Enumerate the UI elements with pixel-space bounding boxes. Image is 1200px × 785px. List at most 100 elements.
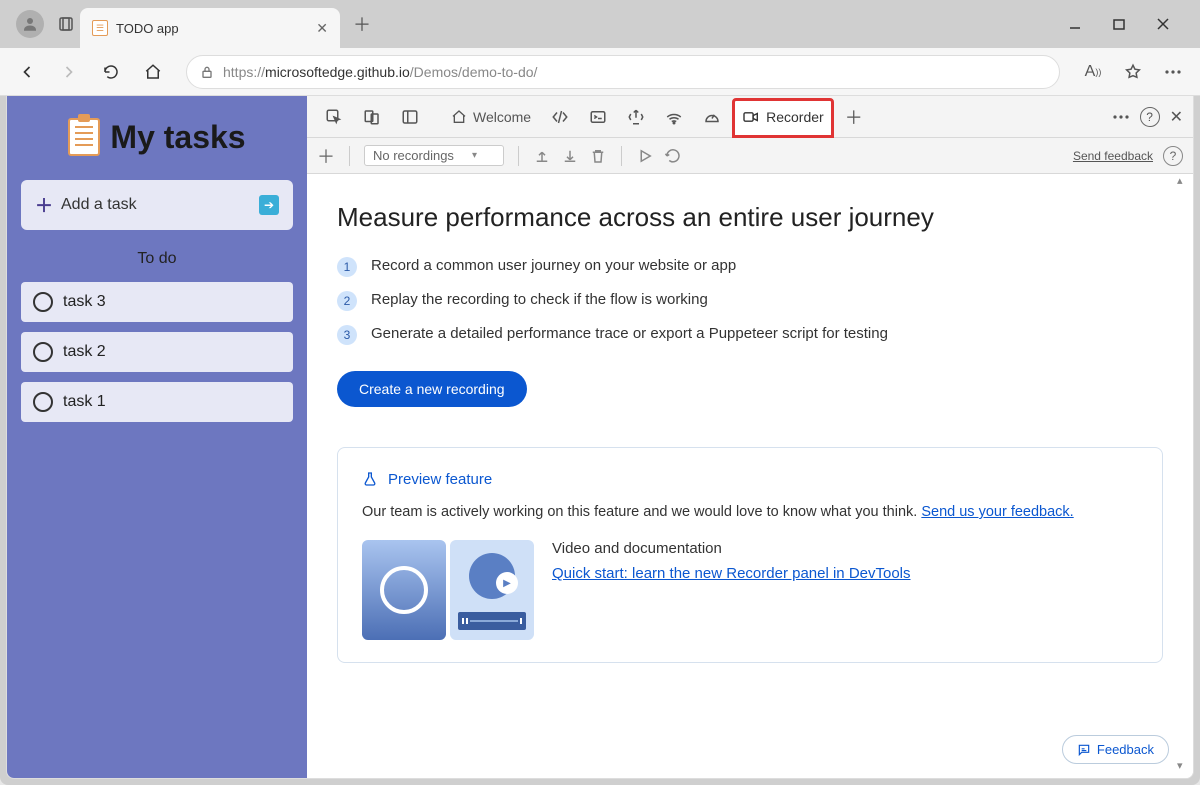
browser-tab[interactable]: ☰ TODO app ✕ [80, 8, 340, 48]
checkbox-icon[interactable] [33, 392, 53, 412]
favorites-icon[interactable] [1116, 55, 1150, 89]
tab-close-icon[interactable]: ✕ [316, 20, 328, 37]
step-text: Generate a detailed performance trace or… [371, 325, 888, 342]
tab-welcome[interactable]: Welcome [443, 98, 539, 136]
help-icon[interactable]: ? [1140, 107, 1160, 127]
inspect-icon[interactable] [317, 98, 351, 136]
add-task-button[interactable]: ＋ Add a task ➔ [21, 180, 293, 230]
export-icon[interactable] [561, 147, 579, 165]
play-icon: ▶ [496, 572, 518, 594]
checkbox-icon[interactable] [33, 292, 53, 312]
profile-icon[interactable] [16, 10, 44, 38]
toolbar-actions: A)) [1076, 55, 1190, 89]
preview-text: Our team is actively working on this fea… [362, 502, 1138, 522]
recordings-dropdown[interactable]: No recordings ▾ [364, 145, 504, 166]
task-label: task 3 [63, 293, 106, 311]
new-recording-icon[interactable]: ＋ [317, 143, 335, 169]
step-item: 2 Replay the recording to check if the fl… [337, 291, 1163, 311]
preview-media: ▶ Video and documentation Quick start: l… [362, 540, 1138, 640]
preview-title: Preview feature [388, 471, 492, 488]
task-label: task 2 [63, 343, 106, 361]
read-aloud-icon[interactable]: A)) [1076, 55, 1110, 89]
nav-toolbar: https://microsoftedge.github.io/Demos/de… [0, 48, 1200, 96]
device-emulation-icon[interactable] [355, 98, 389, 136]
tab-favicon-icon: ☰ [92, 20, 108, 36]
step-number: 3 [337, 325, 357, 345]
todo-app: My tasks ＋ Add a task ➔ To do task 3 tas… [7, 96, 307, 778]
step-text: Replay the recording to check if the flo… [371, 291, 708, 308]
preview-feature-box: Preview feature Our team is actively wor… [337, 447, 1163, 663]
steps-list: 1 Record a common user journey on your we… [337, 257, 1163, 345]
recorder-toolbar: ＋ No recordings ▾ Send feedback ? [307, 138, 1193, 174]
tab-actions-icon[interactable] [52, 10, 80, 38]
plus-icon: ＋ [35, 192, 53, 218]
feedback-icon [1077, 743, 1091, 757]
thumbnail-image [362, 540, 446, 640]
tab-network-icon[interactable] [657, 98, 691, 136]
chevron-down-icon: ▾ [472, 150, 477, 161]
titlebar-left [4, 10, 80, 38]
home-button[interactable] [136, 55, 170, 89]
tab-sources-icon[interactable] [619, 98, 653, 136]
back-button[interactable] [10, 55, 44, 89]
task-item[interactable]: task 2 [21, 332, 293, 372]
refresh-button[interactable] [94, 55, 128, 89]
tab-console-icon[interactable] [581, 98, 615, 136]
feedback-button[interactable]: Feedback [1062, 735, 1169, 764]
quick-start-link[interactable]: Quick start: learn the new Recorder pane… [552, 565, 911, 582]
devtools-close-icon[interactable]: ✕ [1170, 107, 1183, 127]
url-display: https://microsoftedge.github.io/Demos/de… [223, 64, 537, 80]
delete-icon[interactable] [589, 147, 607, 165]
titlebar: ☰ TODO app ✕ ＋ [0, 0, 1200, 48]
window-controls [1068, 17, 1196, 31]
replay-icon[interactable] [636, 147, 654, 165]
devtools-menu-icon[interactable] [1112, 115, 1130, 119]
minimize-button[interactable] [1068, 17, 1092, 31]
tab-elements-icon[interactable] [543, 98, 577, 136]
site-info-icon[interactable] [199, 64, 215, 80]
task-label: task 1 [63, 393, 106, 411]
clipboard-icon [68, 118, 100, 156]
task-item[interactable]: task 1 [21, 382, 293, 422]
video-thumbnail[interactable]: ▶ [450, 540, 534, 640]
tab-performance-icon[interactable] [695, 98, 729, 136]
devtools-tabstrip: Welcome Recorder ＋ ? ✕ [307, 96, 1193, 138]
add-task-label: Add a task [61, 196, 251, 214]
submit-icon[interactable]: ➔ [259, 195, 279, 215]
step-number: 2 [337, 291, 357, 311]
toolbar-help-icon[interactable]: ? [1163, 146, 1183, 166]
performance-replay-icon[interactable] [664, 147, 682, 165]
send-feedback-inline-link[interactable]: Send us your feedback. [921, 504, 1073, 520]
scroll-down-icon[interactable]: ▾ [1177, 759, 1191, 772]
new-tab-button[interactable]: ＋ [346, 11, 378, 37]
step-item: 3 Generate a detailed performance trace o… [337, 325, 1163, 345]
address-bar[interactable]: https://microsoftedge.github.io/Demos/de… [186, 55, 1060, 89]
step-text: Record a common user journey on your web… [371, 257, 736, 274]
devtools-panel: Welcome Recorder ＋ ? ✕ ＋ [307, 96, 1193, 778]
section-heading: To do [21, 250, 293, 268]
maximize-button[interactable] [1112, 17, 1136, 31]
checkbox-icon[interactable] [33, 342, 53, 362]
app-title: My tasks [110, 119, 245, 156]
flask-icon [362, 470, 378, 488]
app-header: My tasks [21, 118, 293, 156]
tab-recorder[interactable]: Recorder [733, 99, 833, 137]
media-title: Video and documentation [552, 540, 1138, 557]
forward-button[interactable] [52, 55, 86, 89]
page-heading: Measure performance across an entire use… [337, 202, 1163, 233]
dock-side-icon[interactable] [393, 98, 427, 136]
content-area: My tasks ＋ Add a task ➔ To do task 3 tas… [6, 96, 1194, 779]
preview-heading: Preview feature [362, 470, 1138, 488]
settings-menu-icon[interactable] [1156, 55, 1190, 89]
create-recording-button[interactable]: Create a new recording [337, 371, 527, 407]
close-button[interactable] [1156, 17, 1180, 31]
task-item[interactable]: task 3 [21, 282, 293, 322]
tab-title: TODO app [116, 21, 308, 36]
more-tabs-button[interactable]: ＋ [837, 98, 871, 136]
browser-window: ☰ TODO app ✕ ＋ https://microsoftedge.git… [0, 0, 1200, 785]
step-item: 1 Record a common user journey on your we… [337, 257, 1163, 277]
step-number: 1 [337, 257, 357, 277]
import-icon[interactable] [533, 147, 551, 165]
send-feedback-link[interactable]: Send feedback [1073, 149, 1153, 163]
dropdown-label: No recordings [373, 148, 454, 163]
